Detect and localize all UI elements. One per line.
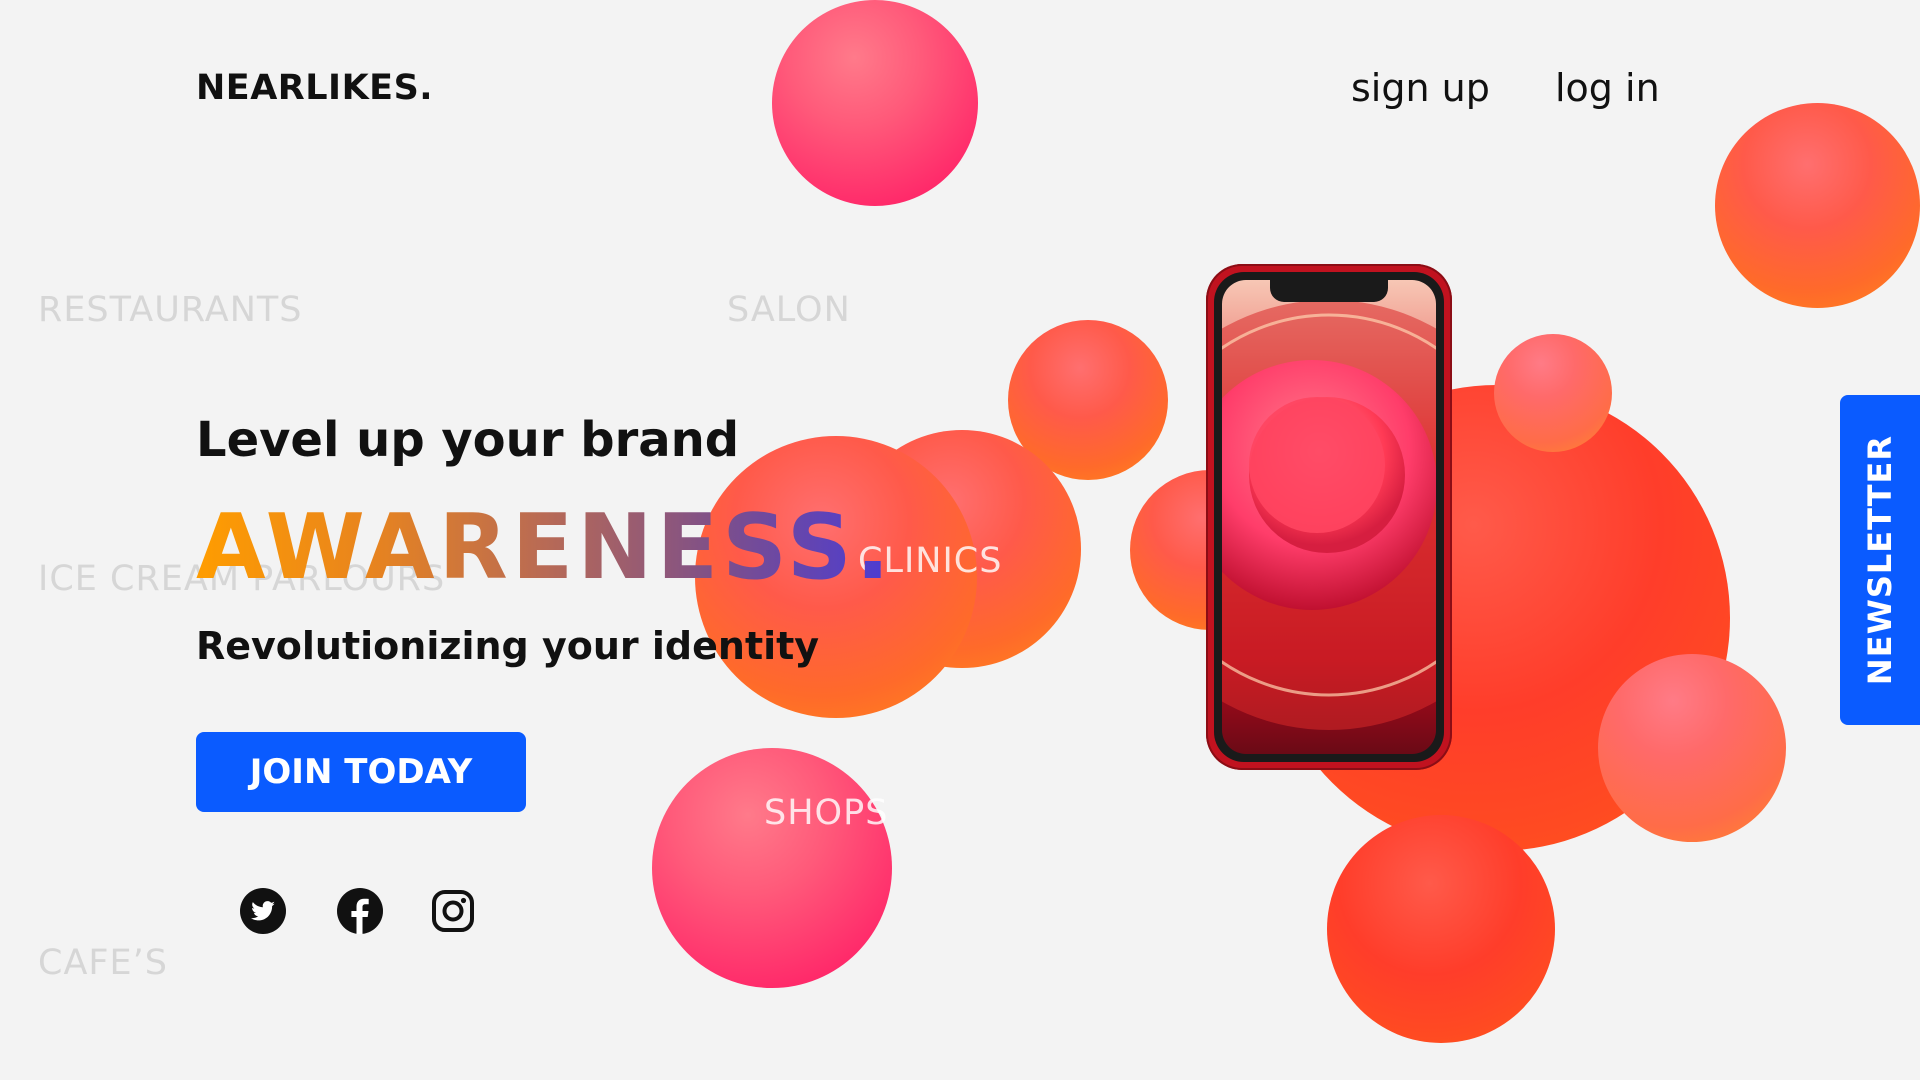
twitter-icon[interactable]: [240, 888, 286, 934]
decorative-sphere: [1598, 654, 1786, 842]
phone-screen: [1222, 280, 1436, 754]
facebook-icon[interactable]: [337, 888, 383, 934]
category-restaurants: RESTAURANTS: [38, 290, 303, 330]
phone-mockup: [1206, 264, 1452, 770]
decorative-sphere: [772, 0, 978, 206]
brand-logo[interactable]: NEARLIKES.: [196, 68, 433, 108]
signup-link[interactable]: sign up: [1351, 66, 1490, 110]
instagram-icon[interactable]: [430, 888, 476, 934]
hero-tagline: Level up your brand: [196, 412, 740, 468]
decorative-sphere: [652, 748, 892, 988]
hero-headline: AWARENESS.: [196, 495, 894, 600]
phone-notch: [1270, 280, 1388, 302]
newsletter-tab[interactable]: NEWSLETTER: [1840, 395, 1920, 725]
decorative-sphere: [1715, 103, 1920, 308]
join-today-button[interactable]: JOIN TODAY: [196, 732, 526, 812]
hero-subheadline: Revolutionizing your identity: [196, 624, 820, 668]
newsletter-label: NEWSLETTER: [1861, 434, 1899, 686]
category-shops: SHOPS: [764, 793, 889, 833]
category-cafes: CAFE’S: [38, 943, 168, 983]
category-salon: SALON: [727, 290, 851, 330]
decorative-sphere: [1494, 334, 1612, 452]
decorative-sphere: [1327, 815, 1555, 1043]
login-link[interactable]: log in: [1555, 66, 1660, 110]
